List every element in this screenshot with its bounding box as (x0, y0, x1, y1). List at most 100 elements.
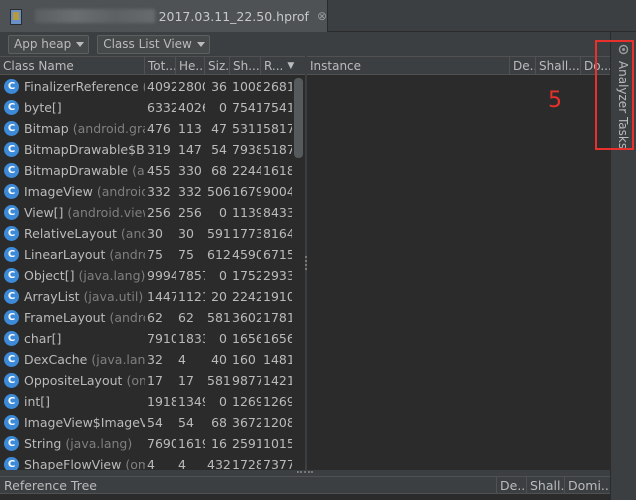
heap-count-cell: 4 (178, 457, 186, 470)
heap-count-cell: 4 (178, 352, 186, 367)
sizeof-cell: 47 (211, 121, 227, 136)
total-count-cell: 30 (147, 226, 163, 241)
class-icon: C (4, 457, 19, 470)
retained-size-cell: 8164 (263, 226, 292, 241)
heap-count-cell: 332 (178, 184, 202, 199)
sizeof-cell: 20 (211, 289, 227, 304)
class-name: ImageView (24, 184, 93, 199)
header-heap-count[interactable]: He... (176, 57, 205, 74)
class-icon: C (4, 310, 19, 325)
class-icon: C (4, 289, 19, 304)
class-package: (om (126, 373, 145, 388)
header-sizeof[interactable]: Siz... (205, 57, 230, 74)
redacted-filename (35, 9, 155, 23)
header-shallow-label: Shall... (539, 58, 580, 73)
shallow-size-cell: 2244 (232, 163, 261, 178)
table-row[interactable]: CFinalizerReference(ja409228003610082681 (0, 76, 292, 97)
sizeof-cell: 40 (211, 352, 227, 367)
header-shallow[interactable]: Shall... (536, 57, 581, 74)
retained-size-cell: 1481 (263, 352, 292, 367)
view-select[interactable]: Class List View (97, 34, 210, 54)
header-reference-tree[interactable]: Reference Tree (0, 477, 497, 493)
header-depth[interactable]: De... (510, 57, 536, 74)
retained-size-cell: 5187 (263, 142, 292, 157)
table-row[interactable]: C ArrayList(java.util)14471121 20 22421910 (0, 286, 292, 307)
class-name-cell: C ShapeFlowView(oms (0, 457, 145, 470)
table-row[interactable]: CLinearLayout(androi757561245906715 (0, 244, 292, 265)
header-class-name[interactable]: Class Name (0, 57, 145, 74)
table-row[interactable]: C Object[](java.lang)99947857 0 17522933 (0, 265, 292, 286)
class-name-cell: C View[](android.view) (0, 205, 145, 220)
class-icon: C (4, 226, 19, 241)
class-table-scrollbar[interactable] (292, 76, 305, 470)
table-row[interactable]: CView[](android.view)256256011398433 (0, 202, 292, 223)
class-icon: C (4, 247, 19, 262)
heap-count-cell: 17 (178, 373, 194, 388)
splitter-grip-icon (297, 471, 313, 474)
class-package: (java.util) (83, 289, 144, 304)
table-row[interactable]: C BitmapDrawable$Bitm319 147 54 79385187 (0, 139, 292, 160)
heap-count-cell: 30 (178, 226, 194, 241)
retained-size-cell: 1781 (263, 310, 292, 325)
heap-select[interactable]: App heap (8, 34, 90, 54)
total-count-cell: 256 (147, 205, 171, 220)
table-row[interactable]: CFrameLayout(androi626258136021781 (0, 307, 292, 328)
shallow-size-cell: 1679 (232, 184, 261, 199)
close-tab-icon[interactable]: ⊗ (317, 9, 327, 23)
header-total-count[interactable]: Tot... (145, 57, 176, 74)
class-icon: C (4, 79, 19, 94)
shallow-size-cell: 1139 (232, 205, 261, 220)
class-package: (java.lang) (65, 436, 133, 451)
header-instance-label: Instance (310, 58, 362, 73)
table-row[interactable]: C Bitmap(android.grap476 113 47 53115817 (0, 118, 292, 139)
header-ref-dominating[interactable]: Domi... (565, 477, 610, 493)
header-class-name-label: Class Name (3, 58, 74, 73)
table-row[interactable]: CRelativeLayout(andro303059117738164 (0, 223, 292, 244)
header-ref-shallow[interactable]: Shall... (527, 477, 565, 493)
table-row[interactable]: C String(java.lang) 76901619 16 25911015 (0, 433, 292, 454)
editor-tab-title: 2017.03.11_22.50.hprof (158, 8, 309, 24)
retained-size-cell: 2681 (263, 79, 292, 94)
class-icon: C (4, 394, 19, 409)
class-name: FinalizerReference (24, 79, 139, 94)
sizeof-cell: 0 (219, 100, 227, 115)
table-row[interactable]: Cint[]19181349012691269 (0, 391, 292, 412)
class-name: int[] (24, 394, 51, 409)
table-row[interactable]: Cbyte[]63324026075417541 (0, 97, 292, 118)
class-icon: C (4, 331, 19, 346)
class-package: (andro (120, 226, 145, 241)
table-row[interactable]: C DexCache(java.lang)32 4 40 160 1481 (0, 349, 292, 370)
table-row[interactable]: C BitmapDrawable(and455 330 68 22441618 (0, 160, 292, 181)
retained-size-cell: 9004 (263, 184, 292, 199)
class-icon: C (4, 436, 19, 451)
header-ref-depth[interactable]: De... (497, 477, 527, 493)
table-row[interactable]: COppositeLayout(om171758198771421 (0, 370, 292, 391)
shallow-size-cell: 1656 (232, 331, 261, 346)
annotation-number: 5 (548, 88, 562, 113)
table-row[interactable]: CImageView$ImageVie54546836721208 (0, 412, 292, 433)
reference-tree-title: Reference Tree (4, 477, 97, 493)
retained-size-cell: 7541 (263, 100, 292, 115)
header-sizeof-label: Siz... (208, 58, 230, 73)
editor-tab[interactable]: 2017.03.11_22.50.hprof ⊗ (0, 0, 328, 32)
scrollbar-thumb[interactable] (294, 78, 303, 158)
class-package: (java.lang) (91, 352, 145, 367)
shallow-size-cell: 2591 (232, 436, 261, 451)
class-name: BitmapDrawable (24, 163, 129, 178)
class-package: (androi (109, 310, 145, 325)
class-table-header: Class Name Tot... He... Siz... Sh... R..… (0, 57, 305, 75)
table-row[interactable]: CShapeFlowView(oms4443217287377 (0, 454, 292, 470)
table-row[interactable]: CImageView(android.33233250616799004 (0, 181, 292, 202)
header-ref-dominating-label: Domi... (568, 477, 610, 493)
shallow-size-cell: 5311 (232, 121, 261, 136)
class-name-cell: Cbyte[] (0, 100, 145, 115)
header-retained-size-label: R... (264, 58, 284, 73)
table-row[interactable]: Cchar[]79101833016561656 (0, 328, 292, 349)
class-icon: C (4, 373, 19, 388)
header-retained-size[interactable]: R... ▼ (261, 57, 305, 74)
total-count-cell: 1918 (147, 394, 176, 409)
header-shallow-size[interactable]: Sh... (230, 57, 261, 74)
header-instance[interactable]: Instance (307, 57, 510, 74)
heap-count-cell: 62 (178, 310, 194, 325)
retained-size-cell: 1269 (263, 394, 292, 409)
